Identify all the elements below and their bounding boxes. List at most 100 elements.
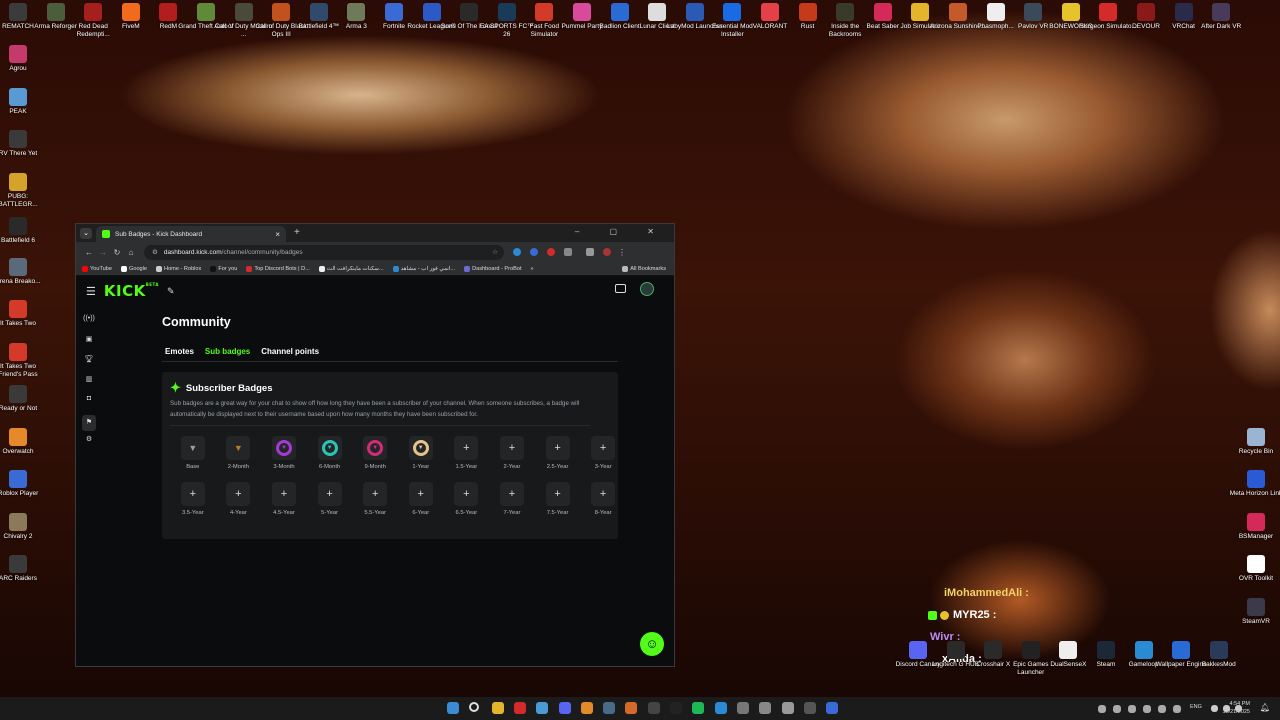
- badge-slot[interactable]: +: [545, 482, 570, 506]
- extension-icon[interactable]: [547, 248, 555, 256]
- badge-slot[interactable]: +: [454, 436, 479, 460]
- bookmark-item[interactable]: Home - Roblox: [156, 265, 201, 272]
- screen-icon[interactable]: [615, 284, 626, 293]
- extension-icon[interactable]: [513, 248, 521, 256]
- desktop-icon-it-takes-two-friend-s-pass[interactable]: It Takes Two Friend's Pass: [0, 343, 47, 378]
- new-tab-button[interactable]: +: [294, 227, 300, 238]
- desktop-icon-steamvr[interactable]: SteamVR: [1227, 598, 1280, 626]
- user-avatar[interactable]: [640, 282, 654, 296]
- bookmark-item[interactable]: Google: [120, 265, 147, 272]
- bookmark-item[interactable]: YouTube: [82, 265, 112, 272]
- badge-2-month[interactable]: ▼ 2-Month: [216, 436, 262, 470]
- add-badge-icon[interactable]: +: [281, 488, 287, 500]
- help-chat-button[interactable]: ☺: [640, 632, 664, 656]
- url-bar[interactable]: ⚙ dashboard.kick.com/channel/community/b…: [144, 244, 504, 260]
- tray-icon[interactable]: [1098, 705, 1106, 713]
- pin-icon[interactable]: ✎: [167, 286, 175, 297]
- badge-slot[interactable]: +: [591, 436, 616, 460]
- badge-slot[interactable]: ▼: [408, 436, 433, 460]
- badge-1-year[interactable]: ▼ 1-Year: [398, 436, 444, 470]
- taskbar-search-icon[interactable]: [469, 702, 480, 712]
- tray-icon[interactable]: [1143, 705, 1151, 713]
- badge-slot[interactable]: ▼: [226, 436, 251, 460]
- taskbar-app-orange-2-icon[interactable]: [625, 702, 638, 714]
- bookmarks-overflow-icon[interactable]: »: [531, 266, 534, 272]
- desktop-icon-pubg-battlegr[interactable]: PUBG: BATTLEGR...: [0, 173, 47, 208]
- language-indicator[interactable]: ENG: [1190, 704, 1202, 710]
- add-badge-icon[interactable]: +: [326, 488, 332, 500]
- desktop-icon-agrou[interactable]: Agrou: [0, 45, 47, 73]
- desktop-icon-battlefield-6[interactable]: Battlefield 6: [0, 217, 47, 245]
- badge-slot[interactable]: ▼: [317, 436, 342, 460]
- desktop-icon-recycle-bin[interactable]: Recycle Bin: [1227, 428, 1280, 456]
- notification-bell-icon[interactable]: 🔔︎: [1260, 703, 1270, 712]
- community-icon[interactable]: ⚑: [82, 415, 96, 431]
- taskbar-app-black-icon[interactable]: [670, 702, 682, 714]
- desktop-icon-rv-there-yet[interactable]: RV There Yet: [0, 130, 47, 158]
- add-badge-icon[interactable]: +: [235, 488, 241, 500]
- taskbar-app-dark-icon[interactable]: [647, 702, 660, 714]
- forward-icon[interactable]: →: [96, 248, 110, 257]
- badge-5-year[interactable]: +5-Year: [307, 482, 353, 516]
- browser-tab-active[interactable]: Sub Badges - Kick Dashboard ×: [96, 226, 286, 242]
- badge-6-year[interactable]: +6-Year: [398, 482, 444, 516]
- tab-sub-badges[interactable]: Sub badges: [202, 347, 250, 356]
- system-tray-icon[interactable]: [1223, 705, 1230, 712]
- badge-2-year[interactable]: +2-Year: [489, 436, 535, 470]
- desktop-icon-chivalry-2[interactable]: Chivalry 2: [0, 513, 47, 541]
- add-badge-icon[interactable]: +: [463, 488, 469, 500]
- taskbar-app-orange-icon[interactable]: [580, 702, 593, 714]
- taskbar-steam-icon[interactable]: [603, 702, 616, 714]
- add-badge-icon[interactable]: +: [509, 442, 515, 454]
- tab-emotes[interactable]: Emotes: [162, 347, 194, 356]
- taskbar-app-blue-icon[interactable]: [714, 702, 727, 714]
- badge-4-year[interactable]: +4-Year: [216, 482, 262, 516]
- tray-icon[interactable]: [1113, 705, 1121, 713]
- taskbar-xbox-icon[interactable]: [736, 702, 749, 714]
- add-badge-icon[interactable]: +: [509, 488, 515, 500]
- system-tray-icon[interactable]: [1235, 705, 1242, 712]
- badge-7-year[interactable]: +7-Year: [489, 482, 535, 516]
- desktop-icon-roblox-player[interactable]: Roblox Player: [0, 470, 47, 498]
- badge-slot[interactable]: +: [317, 482, 342, 506]
- badge-3-year[interactable]: +3-Year: [580, 436, 626, 470]
- home-icon[interactable]: ⌂: [124, 248, 138, 257]
- taskbar-app-dark-2-icon[interactable]: [803, 702, 816, 714]
- bookmark-item[interactable]: Dashboard - ProBot: [464, 265, 522, 272]
- add-badge-icon[interactable]: +: [463, 442, 469, 454]
- taskbar-app-grey-icon[interactable]: [759, 702, 772, 714]
- badge-slot[interactable]: +: [271, 482, 296, 506]
- desktop-icon-it-takes-two[interactable]: It Takes Two: [0, 300, 47, 328]
- reload-icon[interactable]: ↻: [110, 248, 124, 257]
- badge-7-5-year[interactable]: +7.5-Year: [535, 482, 581, 516]
- taskbar-spotify-icon[interactable]: [692, 702, 705, 714]
- badge-slot[interactable]: +: [408, 482, 433, 506]
- stream-icon[interactable]: ((•)): [82, 315, 96, 335]
- settings-icon[interactable]: ⚙: [82, 435, 96, 455]
- tab-channel-points[interactable]: Channel points: [258, 347, 319, 356]
- badge-slot[interactable]: +: [363, 482, 388, 506]
- desktop-icon-arena-breako[interactable]: Arena Breako...: [0, 258, 47, 286]
- extension-icon[interactable]: [586, 248, 594, 256]
- badge-slot[interactable]: ▼: [271, 436, 296, 460]
- desktop-icon-bsmanager[interactable]: BSManager: [1227, 513, 1280, 541]
- back-icon[interactable]: ←: [82, 248, 96, 257]
- taskbar-chrome-icon[interactable]: [536, 702, 549, 714]
- bookmark-item[interactable]: For you: [210, 265, 237, 272]
- badge-slot[interactable]: +: [454, 482, 479, 506]
- taskbar-discord-icon[interactable]: [558, 702, 571, 714]
- badge-6-month[interactable]: ▼ 6-Month: [307, 436, 353, 470]
- badge-slot[interactable]: +: [591, 482, 616, 506]
- badge-base[interactable]: ▼ Base: [170, 436, 216, 470]
- add-badge-icon[interactable]: +: [600, 488, 606, 500]
- taskbar-app-blue-2-icon[interactable]: [826, 702, 839, 714]
- system-tray-icon[interactable]: [1211, 705, 1218, 712]
- add-badge-icon[interactable]: +: [372, 488, 378, 500]
- badge-slot[interactable]: ▼: [180, 436, 205, 460]
- bookmark-item[interactable]: Top Discord Bots | D...: [246, 265, 310, 272]
- desktop-icon-ovr-toolkit[interactable]: OVR Toolkit: [1227, 555, 1280, 583]
- desktop-icon-ready-or-not[interactable]: Ready or Not: [0, 385, 47, 413]
- trophy-icon[interactable]: 🏆︎: [82, 355, 96, 375]
- bookmark-item[interactable]: انمي فور اب - مشاهد...: [392, 265, 455, 272]
- taskbar-app-grey-2-icon[interactable]: [781, 702, 794, 714]
